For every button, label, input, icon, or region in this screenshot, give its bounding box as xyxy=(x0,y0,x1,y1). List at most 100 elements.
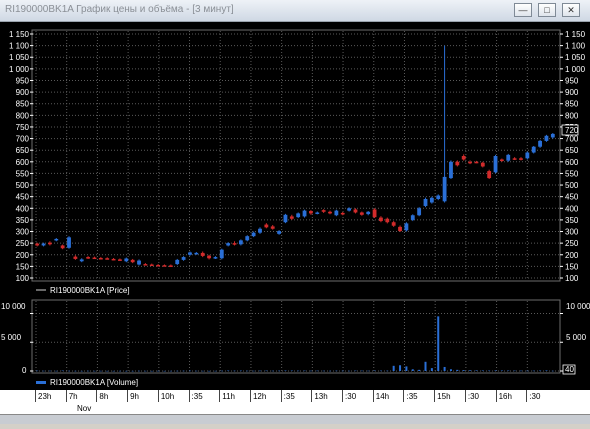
candle-body xyxy=(525,152,530,159)
volume-bar xyxy=(99,370,102,372)
volume-bar xyxy=(494,370,497,371)
volume-bar xyxy=(335,370,338,372)
candle-body xyxy=(455,161,460,166)
price-ytick-left: 200 xyxy=(16,251,30,260)
price-ytick-left: 350 xyxy=(16,216,30,225)
candle-body xyxy=(98,258,103,260)
volume-bar xyxy=(169,370,172,372)
volume-legend-swatch xyxy=(36,381,46,384)
price-ytick-left: 550 xyxy=(16,169,30,178)
candle-body xyxy=(105,258,110,260)
volume-bar xyxy=(220,370,223,372)
last-volume-tag: 40 xyxy=(565,365,574,374)
volume-bar xyxy=(150,370,153,372)
candle-body xyxy=(315,212,320,214)
time-separator xyxy=(249,390,251,402)
candle-body xyxy=(429,197,434,203)
volume-bar xyxy=(348,370,351,372)
candle-body xyxy=(111,258,116,261)
candle-body xyxy=(264,224,269,228)
volume-bar xyxy=(208,370,211,372)
price-ytick-right: 1 050 xyxy=(565,53,586,62)
price-ytick-left: 1 000 xyxy=(9,65,30,74)
volume-bar xyxy=(61,370,64,372)
volume-bar xyxy=(227,370,230,372)
time-separator xyxy=(35,390,36,402)
price-ytick-right: 100 xyxy=(565,274,579,283)
volume-bar xyxy=(42,370,45,372)
volume-bar xyxy=(106,370,109,372)
time-separator xyxy=(219,390,221,402)
candle-body xyxy=(372,209,377,218)
price-ytick-left: 1 100 xyxy=(9,42,30,51)
candle-body xyxy=(461,156,466,160)
candle-body xyxy=(277,231,281,234)
candle-body xyxy=(238,240,243,245)
time-separator xyxy=(372,390,374,402)
candle-body xyxy=(213,257,218,259)
volume-legend: RI190000BK1A [Volume] xyxy=(50,378,138,387)
price-ytick-left: 450 xyxy=(16,193,30,202)
volume-bar xyxy=(258,370,261,372)
price-ytick-left: 400 xyxy=(16,204,30,213)
price-ytick-right: 300 xyxy=(565,228,579,237)
price-ytick-left: 1 050 xyxy=(9,53,30,62)
price-ytick-left: 950 xyxy=(16,76,30,85)
price-ytick-left: 850 xyxy=(16,100,30,109)
candle-body xyxy=(321,210,326,212)
candle-body xyxy=(245,236,250,241)
price-ytick-left: 500 xyxy=(16,181,30,190)
candle-body xyxy=(200,252,205,256)
price-ytick-right: 500 xyxy=(565,181,579,190)
volume-bar xyxy=(462,370,465,371)
candle-body xyxy=(143,264,148,266)
candle-body xyxy=(48,242,52,245)
restore-icon[interactable]: □ xyxy=(538,3,556,17)
time-label: 23h xyxy=(38,392,52,401)
volume-bar xyxy=(252,370,255,372)
volume-bar xyxy=(163,370,166,372)
time-separator xyxy=(464,390,466,402)
candle-body xyxy=(79,259,84,262)
minimize-icon[interactable]: — xyxy=(514,3,532,17)
volume-ytick-left-2: 0 xyxy=(22,366,27,375)
candle-body xyxy=(54,238,59,241)
price-ytick-left: 750 xyxy=(16,123,30,132)
volume-bar xyxy=(545,370,548,371)
price-ytick-left: 700 xyxy=(16,135,30,144)
volume-bar xyxy=(214,370,217,372)
candle-body xyxy=(175,259,180,265)
time-separator xyxy=(311,390,313,402)
volume-bar xyxy=(456,369,459,371)
volume-bar xyxy=(182,370,185,372)
candle-body xyxy=(417,208,422,216)
close-icon[interactable]: ✕ xyxy=(562,3,580,17)
volume-bar xyxy=(430,368,433,371)
price-ytick-right: 600 xyxy=(565,158,579,167)
candle-body xyxy=(67,237,71,248)
candle-body xyxy=(258,228,262,233)
price-ytick-right: 550 xyxy=(565,169,579,178)
volume-bar xyxy=(481,370,484,371)
volume-bar xyxy=(532,370,535,372)
time-separator xyxy=(188,390,190,402)
volume-bar xyxy=(367,370,370,372)
volume-bar xyxy=(392,365,395,371)
volume-bar xyxy=(526,370,529,372)
candle-body xyxy=(73,256,78,259)
candle-body xyxy=(194,252,199,255)
candle-body xyxy=(538,140,542,147)
price-ytick-right: 800 xyxy=(565,111,579,120)
volume-bar xyxy=(290,370,293,372)
volume-ytick-left-1: 5 000 xyxy=(1,333,22,342)
candle-body xyxy=(474,161,479,164)
candle-body xyxy=(137,260,141,265)
candle-body xyxy=(436,195,441,199)
candle-body xyxy=(468,161,472,164)
time-label: :30 xyxy=(467,392,479,401)
price-ytick-left: 300 xyxy=(16,228,30,237)
time-separator xyxy=(495,390,497,402)
last-price-tag: 720 xyxy=(565,126,579,135)
volume-bar xyxy=(443,366,446,371)
horizontal-scrollbar[interactable] xyxy=(0,414,590,424)
